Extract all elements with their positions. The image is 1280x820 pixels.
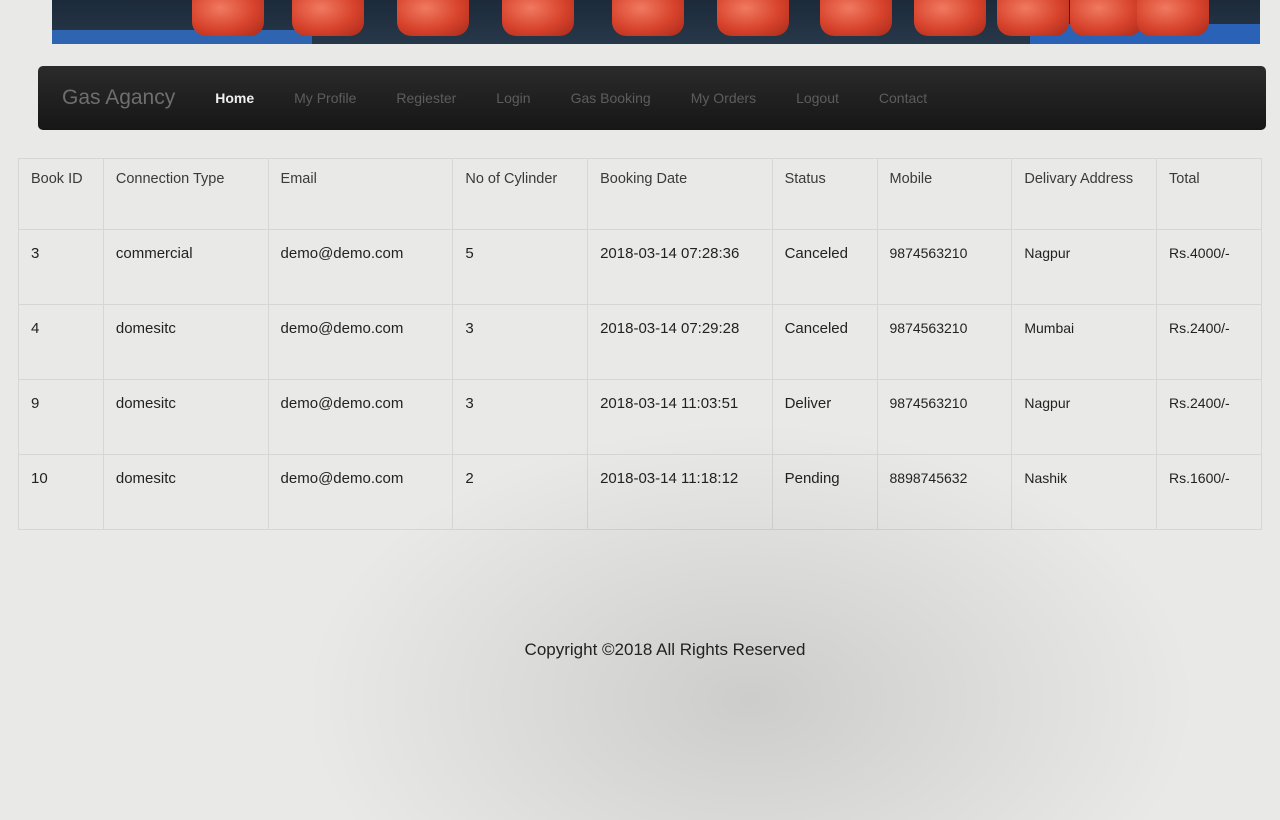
nav-home[interactable]: Home <box>215 90 254 106</box>
nav-logout[interactable]: Logout <box>796 90 839 106</box>
table-row: 9 domesitc demo@demo.com 3 2018-03-14 11… <box>18 379 1262 455</box>
cylinder-icon <box>914 0 986 36</box>
brand-logo-text[interactable]: Gas Agancy <box>62 86 175 110</box>
cell-status: Pending <box>771 454 878 530</box>
nav-gas-booking[interactable]: Gas Booking <box>571 90 651 106</box>
col-header-no-of-cylinder: No of Cylinder <box>452 158 589 230</box>
col-header-mobile: Mobile <box>876 158 1013 230</box>
cell-mobile: 8898745632 <box>876 454 1013 530</box>
table-row: 10 domesitc demo@demo.com 2 2018-03-14 1… <box>18 454 1262 530</box>
cell-mobile: 9874563210 <box>876 379 1013 455</box>
top-navbar: Gas Agancy Home My Profile Regiester Log… <box>38 66 1266 130</box>
col-header-connection-type: Connection Type <box>102 158 269 230</box>
cell-book-id: 10 <box>18 454 104 530</box>
cylinder-icon <box>1070 0 1142 36</box>
cell-total: Rs.2400/- <box>1156 379 1262 455</box>
header-banner-image <box>52 0 1260 44</box>
cell-connection-type: domesitc <box>102 304 269 380</box>
cylinder-icon <box>997 0 1069 36</box>
cylinder-icon <box>1137 0 1209 36</box>
cell-book-id: 4 <box>18 304 104 380</box>
cell-status: Deliver <box>771 379 878 455</box>
cell-mobile: 9874563210 <box>876 304 1013 380</box>
cell-total: Rs.2400/- <box>1156 304 1262 380</box>
cell-email: demo@demo.com <box>267 379 454 455</box>
cell-booking-date: 2018-03-14 11:03:51 <box>587 379 773 455</box>
cell-mobile: 9874563210 <box>876 229 1013 305</box>
col-header-status: Status <box>771 158 878 230</box>
cell-email: demo@demo.com <box>267 229 454 305</box>
cell-connection-type: domesitc <box>102 454 269 530</box>
cylinder-icon <box>612 0 684 36</box>
orders-table-container: Book ID Connection Type Email No of Cyli… <box>18 158 1262 530</box>
col-header-total: Total <box>1156 158 1262 230</box>
cell-booking-date: 2018-03-14 07:28:36 <box>587 229 773 305</box>
banner-blue-band-left <box>52 30 312 44</box>
nav-login[interactable]: Login <box>496 90 530 106</box>
cylinder-icon <box>502 0 574 36</box>
cell-book-id: 9 <box>18 379 104 455</box>
cell-no-of-cylinder: 5 <box>452 229 589 305</box>
nav-my-orders[interactable]: My Orders <box>691 90 756 106</box>
cell-delivery-address: Nashik <box>1011 454 1158 530</box>
cylinder-icon <box>820 0 892 36</box>
cell-delivery-address: Mumbai <box>1011 304 1158 380</box>
cylinder-icon <box>292 0 364 36</box>
col-header-email: Email <box>267 158 454 230</box>
table-row: 4 domesitc demo@demo.com 3 2018-03-14 07… <box>18 304 1262 380</box>
cylinder-icon <box>397 0 469 36</box>
cell-no-of-cylinder: 2 <box>452 454 589 530</box>
footer-copyright: Copyright ©2018 All Rights Reserved <box>524 640 806 659</box>
cell-delivery-address: Nagpur <box>1011 229 1158 305</box>
cell-no-of-cylinder: 3 <box>452 379 589 455</box>
cell-total: Rs.1600/- <box>1156 454 1262 530</box>
cell-status: Canceled <box>771 304 878 380</box>
col-header-booking-date: Booking Date <box>587 158 773 230</box>
cell-connection-type: commercial <box>102 229 269 305</box>
cell-email: demo@demo.com <box>267 304 454 380</box>
cylinder-icon <box>717 0 789 36</box>
cell-email: demo@demo.com <box>267 454 454 530</box>
cell-no-of-cylinder: 3 <box>452 304 589 380</box>
orders-table: Book ID Connection Type Email No of Cyli… <box>18 158 1262 530</box>
cell-delivery-address: Nagpur <box>1011 379 1158 455</box>
cell-booking-date: 2018-03-14 07:29:28 <box>587 304 773 380</box>
table-row: 3 commercial demo@demo.com 5 2018-03-14 … <box>18 229 1262 305</box>
table-header-row: Book ID Connection Type Email No of Cyli… <box>18 158 1262 230</box>
nav-my-profile[interactable]: My Profile <box>294 90 356 106</box>
col-header-delivery-address: Delivary Address <box>1011 158 1158 230</box>
cell-total: Rs.4000/- <box>1156 229 1262 305</box>
nav-contact[interactable]: Contact <box>879 90 927 106</box>
nav-register[interactable]: Regiester <box>396 90 456 106</box>
cell-book-id: 3 <box>18 229 104 305</box>
col-header-book-id: Book ID <box>18 158 104 230</box>
cylinder-icon <box>192 0 264 36</box>
cell-status: Canceled <box>771 229 878 305</box>
cell-booking-date: 2018-03-14 11:18:12 <box>587 454 773 530</box>
cell-connection-type: domesitc <box>102 379 269 455</box>
